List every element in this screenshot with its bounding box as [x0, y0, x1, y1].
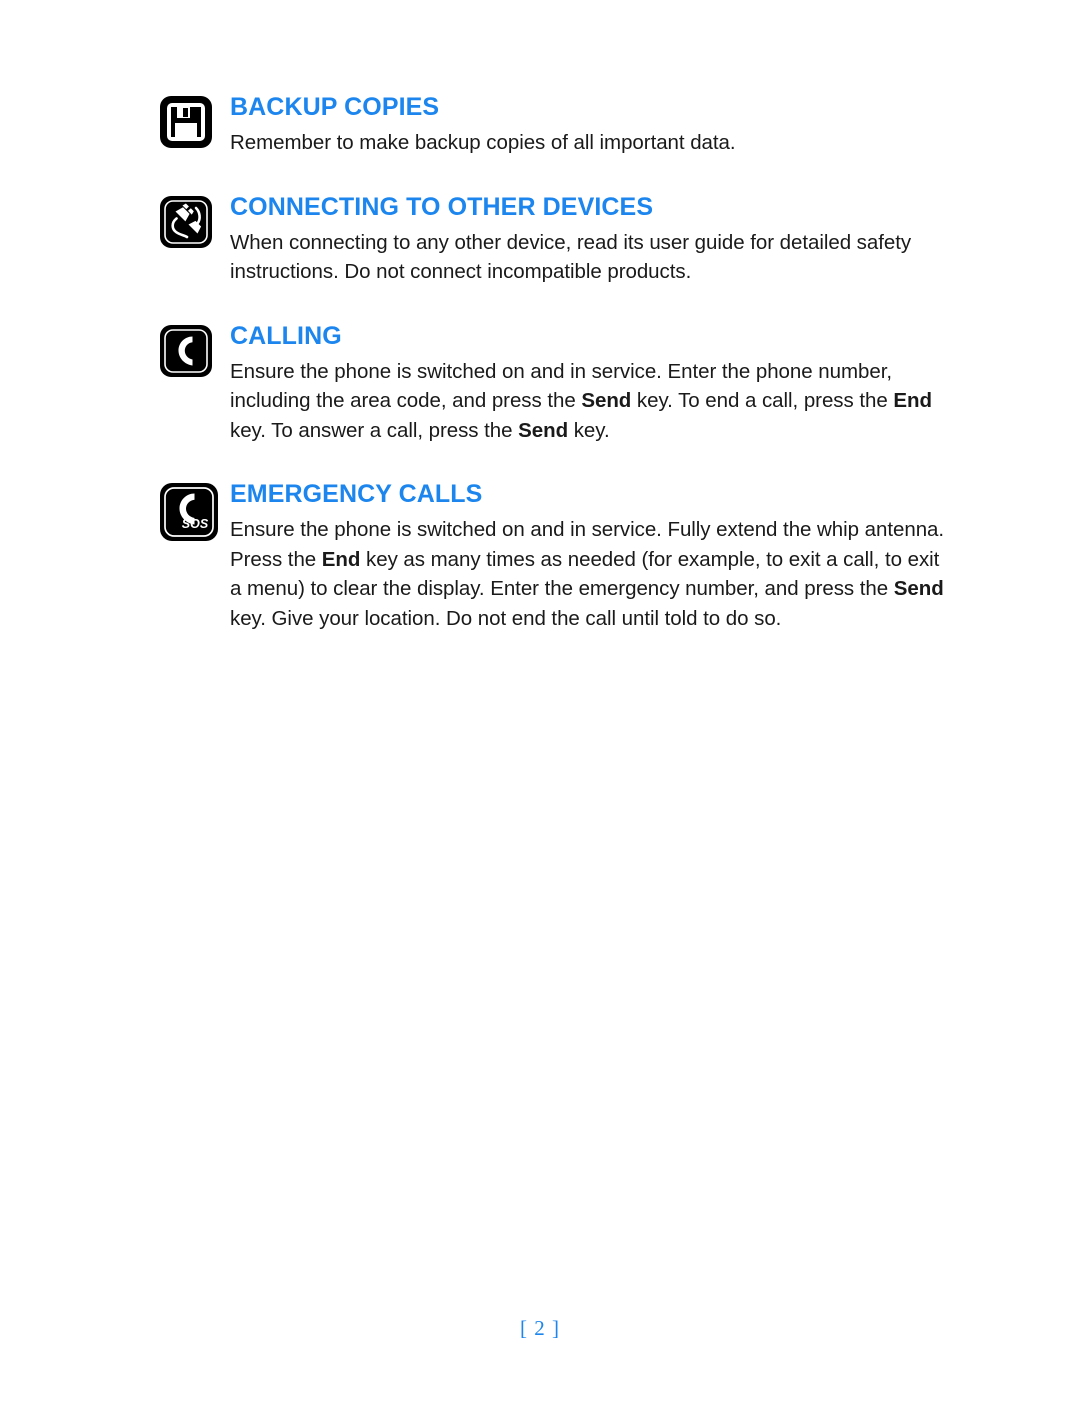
key-name-emphasis: Send [518, 418, 569, 442]
section-heading: CALLING [230, 321, 342, 350]
floppy-disk-icon [160, 96, 212, 148]
key-name-emphasis: End [893, 389, 932, 412]
section-text-container: CALLING Ensure the phone is switched on … [230, 321, 958, 446]
section-body: Remember to make backup copies of all im… [230, 128, 946, 158]
sos-label: SOS [182, 517, 209, 531]
section-heading: BACKUP COPIES [230, 93, 440, 121]
key-name-emphasis: Send [893, 577, 944, 600]
section-body: When connecting to any other device, rea… [230, 228, 946, 287]
section-backup-copies: BACKUP COPIES Remember to make backup co… [158, 92, 958, 158]
section-emergency-calls: SOS EMERGENCY CALLS Ensure the phone is … [158, 479, 958, 633]
body-text-run: When connecting to any other device, rea… [230, 230, 912, 284]
section-body: Ensure the phone is switched on and in s… [230, 515, 946, 633]
emergency-sos-phone-icon: SOS [160, 483, 218, 541]
safety-sections-list: BACKUP COPIES Remember to make backup co… [158, 92, 958, 633]
section-heading: CONNECTING TO OTHER DEVICES [230, 192, 654, 221]
section-heading: EMERGENCY CALLS [230, 480, 483, 508]
section-icon-container [158, 321, 230, 379]
section-body: Ensure the phone is switched on and in s… [230, 357, 946, 446]
key-name-emphasis: End [321, 547, 361, 571]
section-icon-container [158, 92, 230, 150]
key-name-emphasis: Send [581, 389, 632, 412]
body-text-run: Remember to make backup copies of all im… [230, 131, 736, 154]
section-text-container: EMERGENCY CALLS Ensure the phone is swit… [230, 479, 958, 633]
body-text-run: key. [568, 418, 610, 442]
section-calling: CALLING Ensure the phone is switched on … [158, 321, 958, 446]
section-icon-container [158, 192, 230, 250]
body-text-run: key. To end a call, press the [631, 389, 894, 412]
section-text-container: BACKUP COPIES Remember to make backup co… [230, 92, 958, 158]
section-text-container: CONNECTING TO OTHER DEVICES When connect… [230, 192, 958, 287]
section-icon-container: SOS [158, 479, 230, 543]
body-text-run: key. Give your location. Do not end the … [230, 606, 782, 630]
phone-handset-icon [160, 324, 212, 377]
body-text-run: key. To answer a call, press the [230, 418, 519, 442]
section-connecting-to-other-devices: CONNECTING TO OTHER DEVICES When connect… [158, 192, 958, 287]
document-page: BACKUP COPIES Remember to make backup co… [0, 0, 1080, 1412]
connector-plugs-icon [160, 195, 212, 248]
page-number-footer: [ 2 ] [520, 1316, 560, 1340]
